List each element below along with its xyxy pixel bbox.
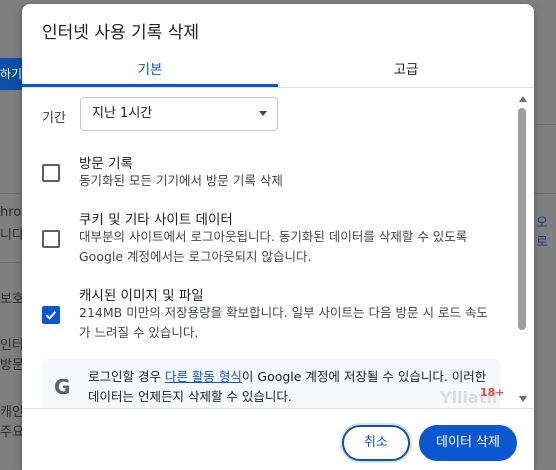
time-range-label: 기간 — [42, 111, 66, 126]
cached-images-title: 캐시된 이미지 및 파일 — [79, 288, 204, 304]
other-activity-link[interactable]: 다른 활동 형식 — [165, 369, 242, 384]
browsing-history-description: 동기화된 모든 기기에서 방문 기록 삭제 — [79, 173, 283, 188]
dialog-title: 인터넷 사용 기록 삭제 — [42, 23, 199, 43]
dropdown-arrow-icon — [259, 111, 267, 116]
dialog-scrollbar[interactable] — [518, 96, 528, 406]
checkmark-icon — [45, 311, 57, 320]
background-divider — [0, 193, 22, 194]
background-divider — [0, 262, 22, 263]
background-text-fragment: 니다 — [0, 228, 24, 243]
background-text-fragment: 오로 — [536, 216, 548, 250]
scroll-thumb[interactable] — [518, 108, 526, 330]
time-range-value: 지난 1시간 — [92, 106, 153, 121]
cookies-title: 쿠키 및 기타 사이트 데이터 — [79, 212, 233, 228]
dialog-footer: 취소 데이터 삭제 — [22, 408, 534, 470]
background-text-fragment: 인터 — [0, 338, 24, 353]
tab-basic[interactable]: 기본 — [22, 58, 278, 78]
google-g-icon: G — [54, 375, 71, 399]
browsing-history-checkbox[interactable] — [42, 164, 60, 182]
scroll-down-arrow-icon[interactable] — [519, 396, 527, 402]
time-range-select[interactable]: 지난 1시간 — [80, 97, 278, 131]
tab-divider — [22, 87, 534, 88]
scroll-up-arrow-icon[interactable] — [519, 96, 527, 102]
info-text: 로그인할 경우 다른 활동 형식이 Google 계정에 저장될 수 있습니다.… — [88, 367, 493, 407]
browsing-history-title: 방문 기록 — [79, 156, 133, 172]
tab-advanced[interactable]: 고급 — [278, 58, 534, 78]
cookies-checkbox[interactable] — [42, 230, 60, 248]
cached-images-checkbox[interactable] — [42, 306, 60, 324]
background-text-fragment: 방문 — [0, 358, 24, 373]
background-button-fragment: 하기 — [0, 58, 22, 90]
background-text-fragment: 보호 — [0, 292, 24, 307]
info-text-before: 로그인할 경우 — [88, 369, 165, 384]
background-text-fragment: 캐인 — [0, 405, 24, 420]
cancel-button[interactable]: 취소 — [342, 425, 410, 461]
background-divider — [534, 124, 556, 125]
cached-images-description: 214MB 미만의 저장용량을 확보합니다. 일부 사이트는 다음 방문 시 로… — [79, 305, 488, 340]
age-badge: 18+ — [480, 386, 505, 399]
delete-data-button[interactable]: 데이터 삭제 — [419, 425, 517, 461]
cookies-description: 대부분의 사이트에서 로그아웃됩니다. 동기화된 데이터를 삭제할 수 있도록 … — [79, 229, 468, 264]
background-text-fragment: 주요 — [0, 425, 24, 440]
background-divider — [534, 193, 556, 194]
